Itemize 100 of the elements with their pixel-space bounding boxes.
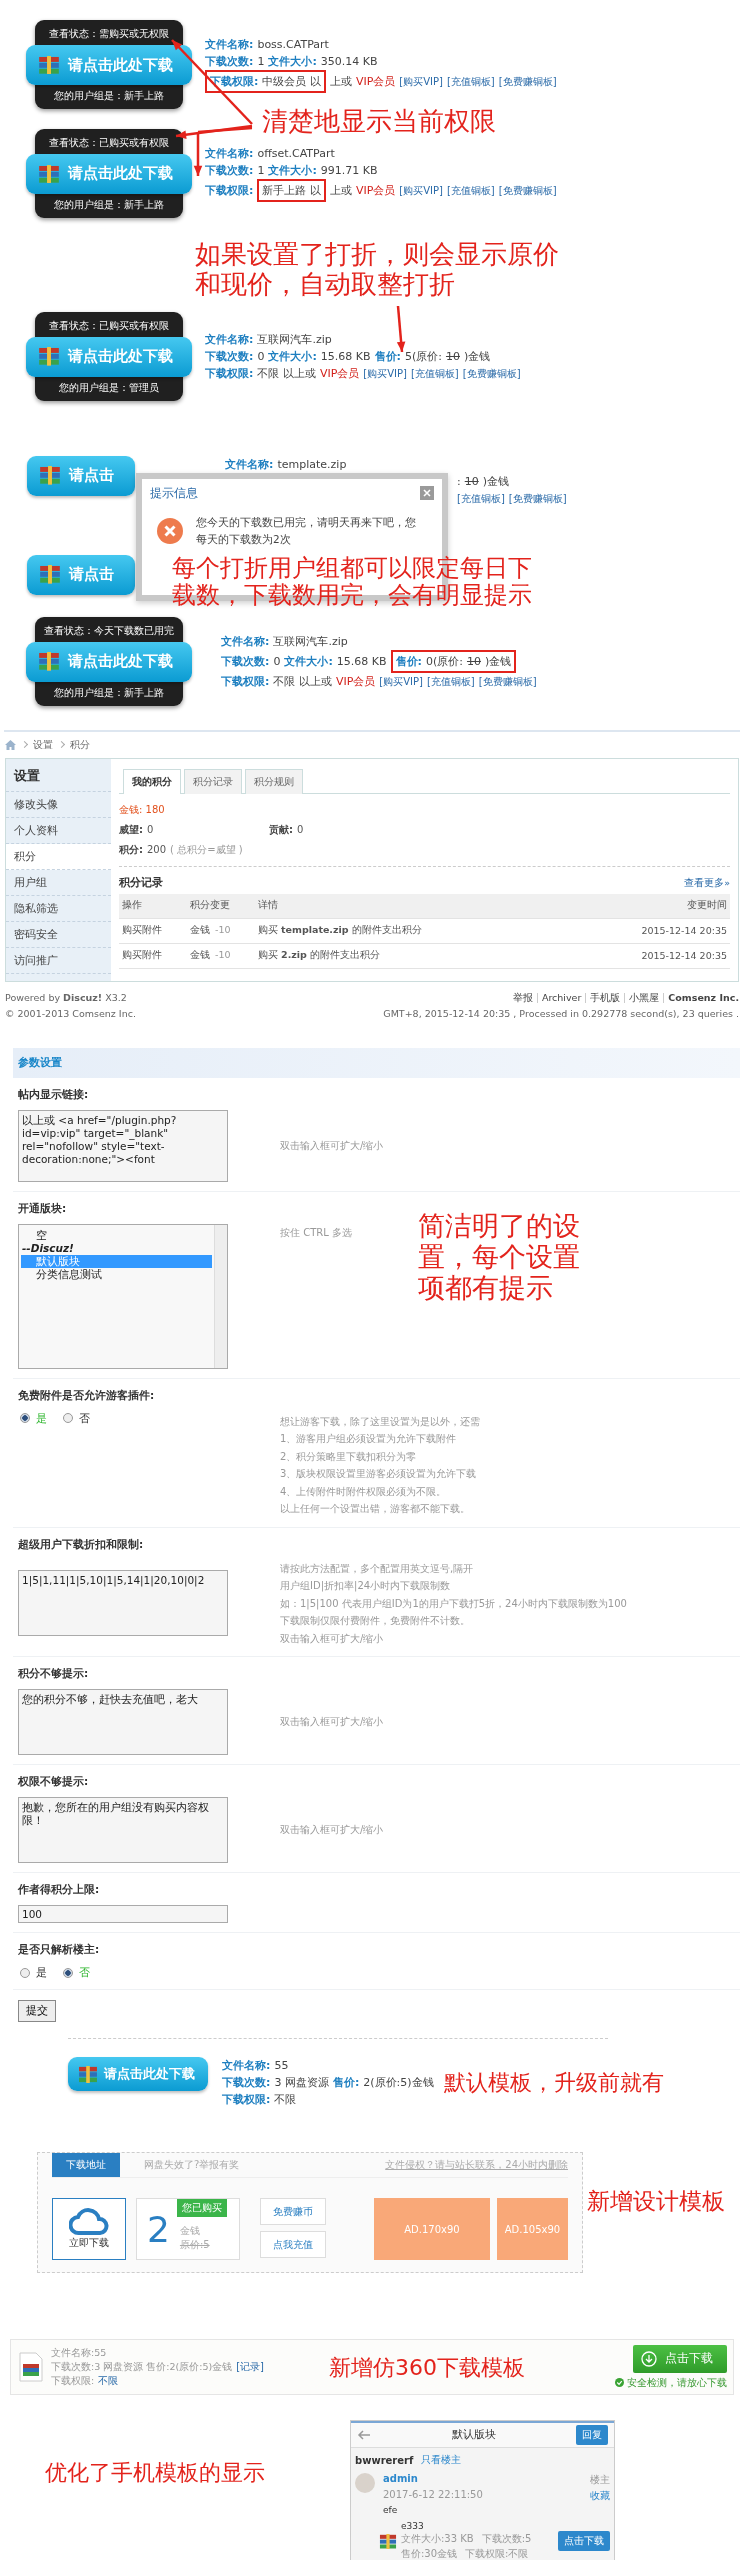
radio-button[interactable]	[63, 1967, 73, 1978]
sidebar-item[interactable]: 积分	[6, 843, 111, 870]
favorite-link[interactable]: 收藏	[590, 2489, 610, 2504]
radio-button[interactable]	[20, 1413, 30, 1424]
text-link[interactable]: [购买VIP]	[363, 364, 407, 382]
sidebar-item[interactable]: 访问推广	[6, 947, 111, 974]
attachment-meta: 下载权限:不限	[465, 2547, 529, 2560]
column-header: 变更时间	[686, 899, 727, 913]
hint-text: 请按此方法配置，多个配置用英文逗号,隔开	[280, 1561, 475, 1576]
sidebar-item[interactable]: 密码安全	[6, 921, 111, 948]
table-cell: 金钱	[190, 949, 210, 963]
archive-icon	[379, 2533, 397, 2549]
user-group-text: 您的用户组是：新手上路	[54, 89, 164, 103]
list-option[interactable]: 空	[21, 1228, 212, 1242]
table-cell-text: 2015-12-14 20:35	[640, 950, 727, 962]
text-link[interactable]: [免费赚铜板]	[478, 672, 537, 690]
close-icon[interactable]	[420, 486, 434, 501]
breadcrumb-link[interactable]: 设置	[33, 737, 53, 752]
text-area[interactable]: 1|5|1,11|1|5,10|1|5,14|1|20,10|0|2	[18, 1570, 228, 1637]
footer-link[interactable]: 小黑屋	[629, 989, 660, 1006]
field-label: 文件名称:	[225, 456, 274, 473]
text-link[interactable]: [免费赚铜板]	[498, 73, 557, 90]
hint-text: 双击输入框可扩大/缩小	[280, 1715, 384, 1730]
footer-link[interactable]: Comsenz Inc.	[668, 989, 739, 1006]
field-label: 文件大小:	[268, 348, 317, 365]
only-author-link[interactable]: 只看楼主	[421, 2453, 462, 2468]
more-link[interactable]: 查看更多»	[684, 876, 730, 890]
sidebar-item[interactable]: 隐私筛选	[6, 895, 111, 922]
text-link[interactable]: [购买VIP]	[399, 181, 443, 199]
input-field[interactable]: 100	[18, 1905, 228, 1924]
text-link[interactable]: [购买VIP]	[379, 672, 423, 690]
tab[interactable]: 积分规则	[245, 768, 303, 794]
field-value: 991.71 KB	[320, 162, 378, 179]
annotation-text: 优化了手机模板的显示	[45, 2460, 266, 2486]
tab[interactable]: 我的积分	[123, 768, 181, 794]
action-button[interactable]: 免费赚币	[260, 2198, 326, 2226]
forum-listbox[interactable]: 空 --Discuz! 默认版块 分类信息测试	[18, 1223, 228, 1369]
text-area[interactable]: 抱歉，您所在的用户组没有购买内容权限！	[18, 1797, 228, 1864]
text-link[interactable]: [充值铜板]	[410, 364, 459, 382]
text-link[interactable]: [免费赚铜板]	[498, 181, 557, 199]
post-author[interactable]: admin	[383, 2473, 418, 2488]
dialog-message: 您今天的下载数已用完，请明天再来下吧，您每天的下载数为2次	[196, 514, 417, 547]
text-area[interactable]: 您的积分不够，赶快去充值吧，老大	[18, 1689, 228, 1756]
home-icon[interactable]	[5, 739, 16, 750]
reply-button[interactable]: 回复	[576, 2425, 608, 2446]
radio-button[interactable]	[63, 1413, 73, 1424]
stat-value: 0	[147, 822, 154, 837]
radio-button[interactable]	[20, 1967, 30, 1978]
sidebar-item[interactable]: 用户组	[6, 869, 111, 896]
stat-label: 贡献:	[269, 822, 293, 837]
field-label: 文件名称:	[222, 2058, 271, 2075]
text-area[interactable]: 以上或 <a href="/plugin.php?id=vip:vip" target="_blank" rel="nofollow" style="text-decoration:none;"><font	[18, 1109, 228, 1182]
sidebar-item[interactable]: 个人资料	[6, 817, 111, 844]
field-label: 下载次数:	[221, 653, 270, 670]
text-link[interactable]: [免费赚铜板]	[508, 489, 567, 507]
file-icon	[19, 2352, 43, 2383]
text-link[interactable]: [充值铜板]	[457, 489, 505, 507]
text-link[interactable]: [记录]	[236, 2360, 264, 2375]
footer-link[interactable]: Archiver	[541, 989, 582, 1006]
archive-icon	[38, 55, 60, 75]
footer-link[interactable]: 举报	[512, 989, 533, 1006]
action-button[interactable]: 点我充值	[260, 2231, 326, 2259]
avatar	[355, 2473, 375, 2494]
annotation-text: 默认模板，升级前就有	[443, 2070, 665, 2096]
text-link[interactable]: [充值铜板]	[446, 181, 495, 199]
setting-label: 免费附件是否允许游客插件:	[18, 1388, 156, 1403]
stat-note: ( 总积分=威望 )	[170, 842, 243, 857]
download-button[interactable]: 点击下载	[558, 2531, 610, 2552]
text-link[interactable]: [免费赚铜板]	[462, 364, 521, 382]
field-value: 不限	[274, 2092, 297, 2109]
text-link[interactable]: [购买VIP]	[399, 73, 443, 90]
hint-text: 4、上传附件时附件权限必须为不限。	[280, 1484, 448, 1499]
original-price: 10	[445, 348, 460, 365]
check-icon	[615, 2378, 624, 2388]
text-link[interactable]: [充值铜板]	[426, 672, 475, 690]
option-group[interactable]: --Discuz!	[21, 1241, 212, 1255]
table-cell: 金钱	[190, 924, 210, 938]
field-value: 5(原价:	[404, 348, 442, 365]
money-stat: 金钱: 180	[119, 802, 165, 817]
text-link[interactable]: 不限	[98, 2374, 119, 2389]
field-label: 售价:	[395, 653, 422, 670]
vip-label: VIP会员	[355, 74, 396, 90]
setting-label: 开通版块:	[18, 1201, 68, 1216]
field-value: )金钱	[482, 473, 509, 490]
footer-link[interactable]: 手机版	[590, 989, 621, 1006]
download-button[interactable]: 立即下载	[52, 2198, 126, 2261]
text-link[interactable]: [充值铜板]	[446, 73, 495, 90]
tab[interactable]: 积分记录	[184, 768, 242, 794]
list-option[interactable]: 分类信息测试	[21, 1267, 212, 1281]
back-arrow-icon[interactable]	[357, 2430, 371, 2441]
breadcrumb-link[interactable]: 积分	[70, 737, 90, 752]
sidebar-item[interactable]: 修改头像	[6, 791, 111, 818]
scrollbar[interactable]	[214, 1224, 227, 1368]
submit-button[interactable]: 提交	[18, 2000, 56, 2023]
error-icon	[156, 516, 184, 545]
sidebar-title: 设置	[6, 762, 111, 792]
table-cell-text: 购买 2.zip 的附件支出积分	[258, 949, 381, 963]
annotation-text: 清楚地显示当前权限	[262, 107, 497, 137]
tab[interactable]: 下载地址	[52, 2153, 120, 2178]
status-text: 查看状态：已购买或有权限	[49, 135, 169, 150]
